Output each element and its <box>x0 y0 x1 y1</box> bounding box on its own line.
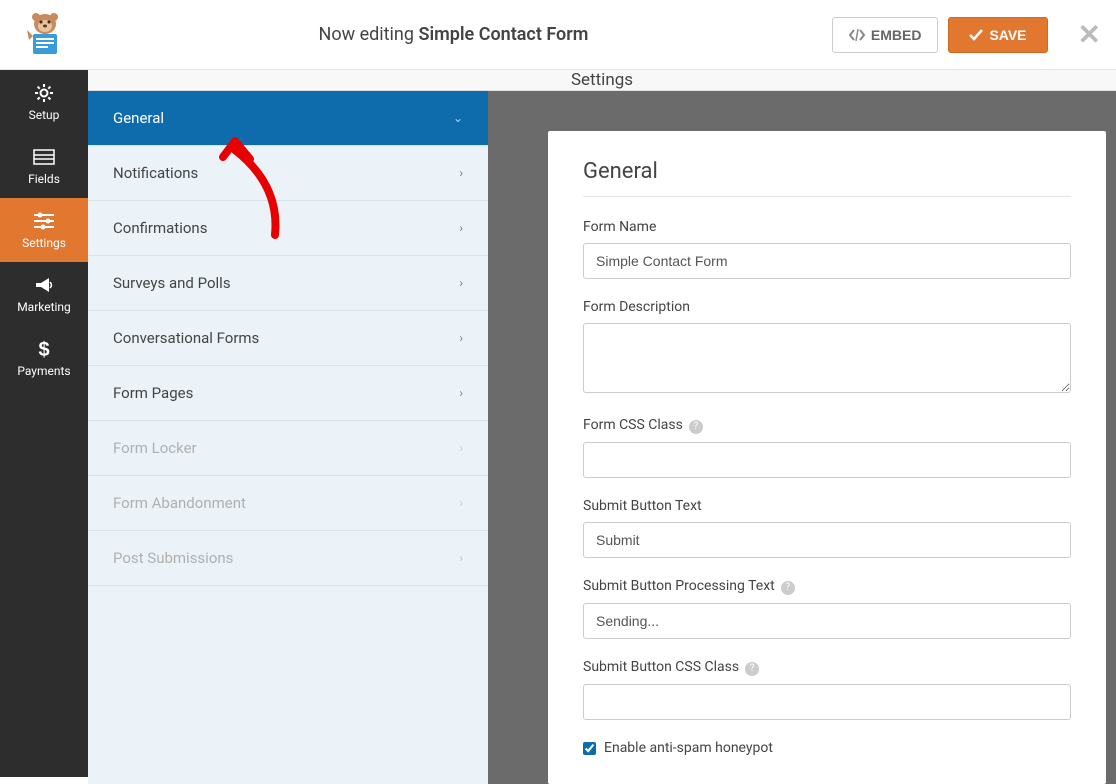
sidebar-item-formpages[interactable]: Form Pages › <box>88 366 488 421</box>
nav-item-settings[interactable]: Settings <box>0 198 88 262</box>
panels: General ⌄ Notifications › Confirmations … <box>88 91 1116 784</box>
form-name-label: Form Name <box>583 219 1071 235</box>
help-icon[interactable]: ? <box>781 581 795 595</box>
submit-text-input[interactable] <box>583 522 1071 558</box>
check-icon <box>969 29 983 41</box>
chevron-right-icon: › <box>459 386 463 400</box>
section-header: Settings <box>88 70 1116 91</box>
form-css-input[interactable] <box>583 442 1071 478</box>
sidebar-item-confirmations[interactable]: Confirmations › <box>88 201 488 256</box>
field-submit-text: Submit Button Text <box>583 498 1071 558</box>
gear-icon <box>33 82 55 104</box>
embed-label: EMBED <box>871 27 922 43</box>
nav-label: Marketing <box>17 300 71 314</box>
nav-item-payments[interactable]: $ Payments <box>0 326 88 390</box>
sidebar-item-postsubmissions[interactable]: Post Submissions › <box>88 531 488 586</box>
form-description-input[interactable] <box>583 323 1071 393</box>
form-title: Simple Contact Form <box>418 24 588 45</box>
nav-label: Settings <box>22 236 66 250</box>
nav-label: Payments <box>17 364 70 378</box>
field-submit-processing: Submit Button Processing Text? <box>583 578 1071 639</box>
honeypot-checkbox[interactable] <box>583 742 596 755</box>
sidebar-item-surveys[interactable]: Surveys and Polls › <box>88 256 488 311</box>
top-bar: Now editing Simple Contact Form EMBED SA… <box>0 0 1116 70</box>
sidebar-item-label: Form Pages <box>113 384 193 402</box>
submit-css-label: Submit Button CSS Class? <box>583 659 1071 676</box>
settings-panel: General Form Name Form Description Form … <box>488 91 1116 784</box>
chevron-right-icon: › <box>459 551 463 565</box>
svg-text:$: $ <box>38 339 49 360</box>
sliders-icon <box>33 210 55 232</box>
close-icon[interactable]: ✕ <box>1078 18 1101 51</box>
field-form-css: Form CSS Class? <box>583 417 1071 478</box>
sidebar-item-notifications[interactable]: Notifications › <box>88 146 488 201</box>
field-submit-css: Submit Button CSS Class? <box>583 659 1071 720</box>
help-icon[interactable]: ? <box>745 662 759 676</box>
sidebar-item-general[interactable]: General ⌄ <box>88 91 488 146</box>
settings-card: General Form Name Form Description Form … <box>548 131 1106 784</box>
sidebar-item-abandonment[interactable]: Form Abandonment › <box>88 476 488 531</box>
sidebar-fill <box>88 586 488 784</box>
content-area: Settings General ⌄ Notifications › Confi… <box>88 70 1116 777</box>
submit-css-input[interactable] <box>583 684 1071 720</box>
left-nav: Setup Fields Settings Marketing $ Paymen… <box>0 70 88 777</box>
sidebar-item-conversational[interactable]: Conversational Forms › <box>88 311 488 366</box>
sidebar-item-label: General <box>113 109 164 127</box>
dollar-icon: $ <box>33 338 55 360</box>
chevron-right-icon: › <box>459 496 463 510</box>
nav-label: Setup <box>29 108 60 122</box>
submit-processing-input[interactable] <box>583 603 1071 639</box>
editing-prefix: Now editing <box>319 24 419 45</box>
sidebar-item-label: Confirmations <box>113 219 207 237</box>
field-form-name: Form Name <box>583 219 1071 279</box>
code-icon <box>849 29 865 41</box>
honeypot-row: Enable anti-spam honeypot <box>583 740 1071 756</box>
list-icon <box>33 146 55 168</box>
form-css-label: Form CSS Class? <box>583 417 1071 434</box>
chevron-right-icon: › <box>459 166 463 180</box>
sub-sidebar: General ⌄ Notifications › Confirmations … <box>88 91 488 784</box>
nav-label: Fields <box>28 172 60 186</box>
sidebar-item-label: Post Submissions <box>113 549 233 567</box>
sidebar-item-label: Notifications <box>113 164 198 182</box>
submit-processing-label: Submit Button Processing Text? <box>583 578 1071 595</box>
nav-item-fields[interactable]: Fields <box>0 134 88 198</box>
help-icon[interactable]: ? <box>689 420 703 434</box>
save-label: SAVE <box>989 27 1026 43</box>
top-buttons: EMBED SAVE ✕ <box>832 17 1101 53</box>
sidebar-item-label: Surveys and Polls <box>113 274 231 292</box>
honeypot-label: Enable anti-spam honeypot <box>604 740 773 756</box>
chevron-down-icon: ⌄ <box>453 111 463 125</box>
form-description-label: Form Description <box>583 299 1071 315</box>
nav-item-marketing[interactable]: Marketing <box>0 262 88 326</box>
sidebar-item-label: Form Abandonment <box>113 494 246 512</box>
panel-heading: General <box>583 159 1071 197</box>
app-logo <box>15 10 75 60</box>
chevron-right-icon: › <box>459 221 463 235</box>
chevron-right-icon: › <box>459 441 463 455</box>
sidebar-item-formlocker[interactable]: Form Locker › <box>88 421 488 476</box>
field-form-description: Form Description <box>583 299 1071 397</box>
sidebar-item-label: Form Locker <box>113 439 197 457</box>
sidebar-item-label: Conversational Forms <box>113 329 259 347</box>
nav-item-setup[interactable]: Setup <box>0 70 88 134</box>
embed-button[interactable]: EMBED <box>832 17 939 53</box>
chevron-right-icon: › <box>459 276 463 290</box>
chevron-right-icon: › <box>459 331 463 345</box>
form-name-input[interactable] <box>583 243 1071 279</box>
bullhorn-icon <box>33 274 55 296</box>
page-title: Now editing Simple Contact Form <box>75 24 832 45</box>
main-wrap: Setup Fields Settings Marketing $ Paymen… <box>0 70 1116 777</box>
submit-text-label: Submit Button Text <box>583 498 1071 514</box>
save-button[interactable]: SAVE <box>948 17 1047 53</box>
